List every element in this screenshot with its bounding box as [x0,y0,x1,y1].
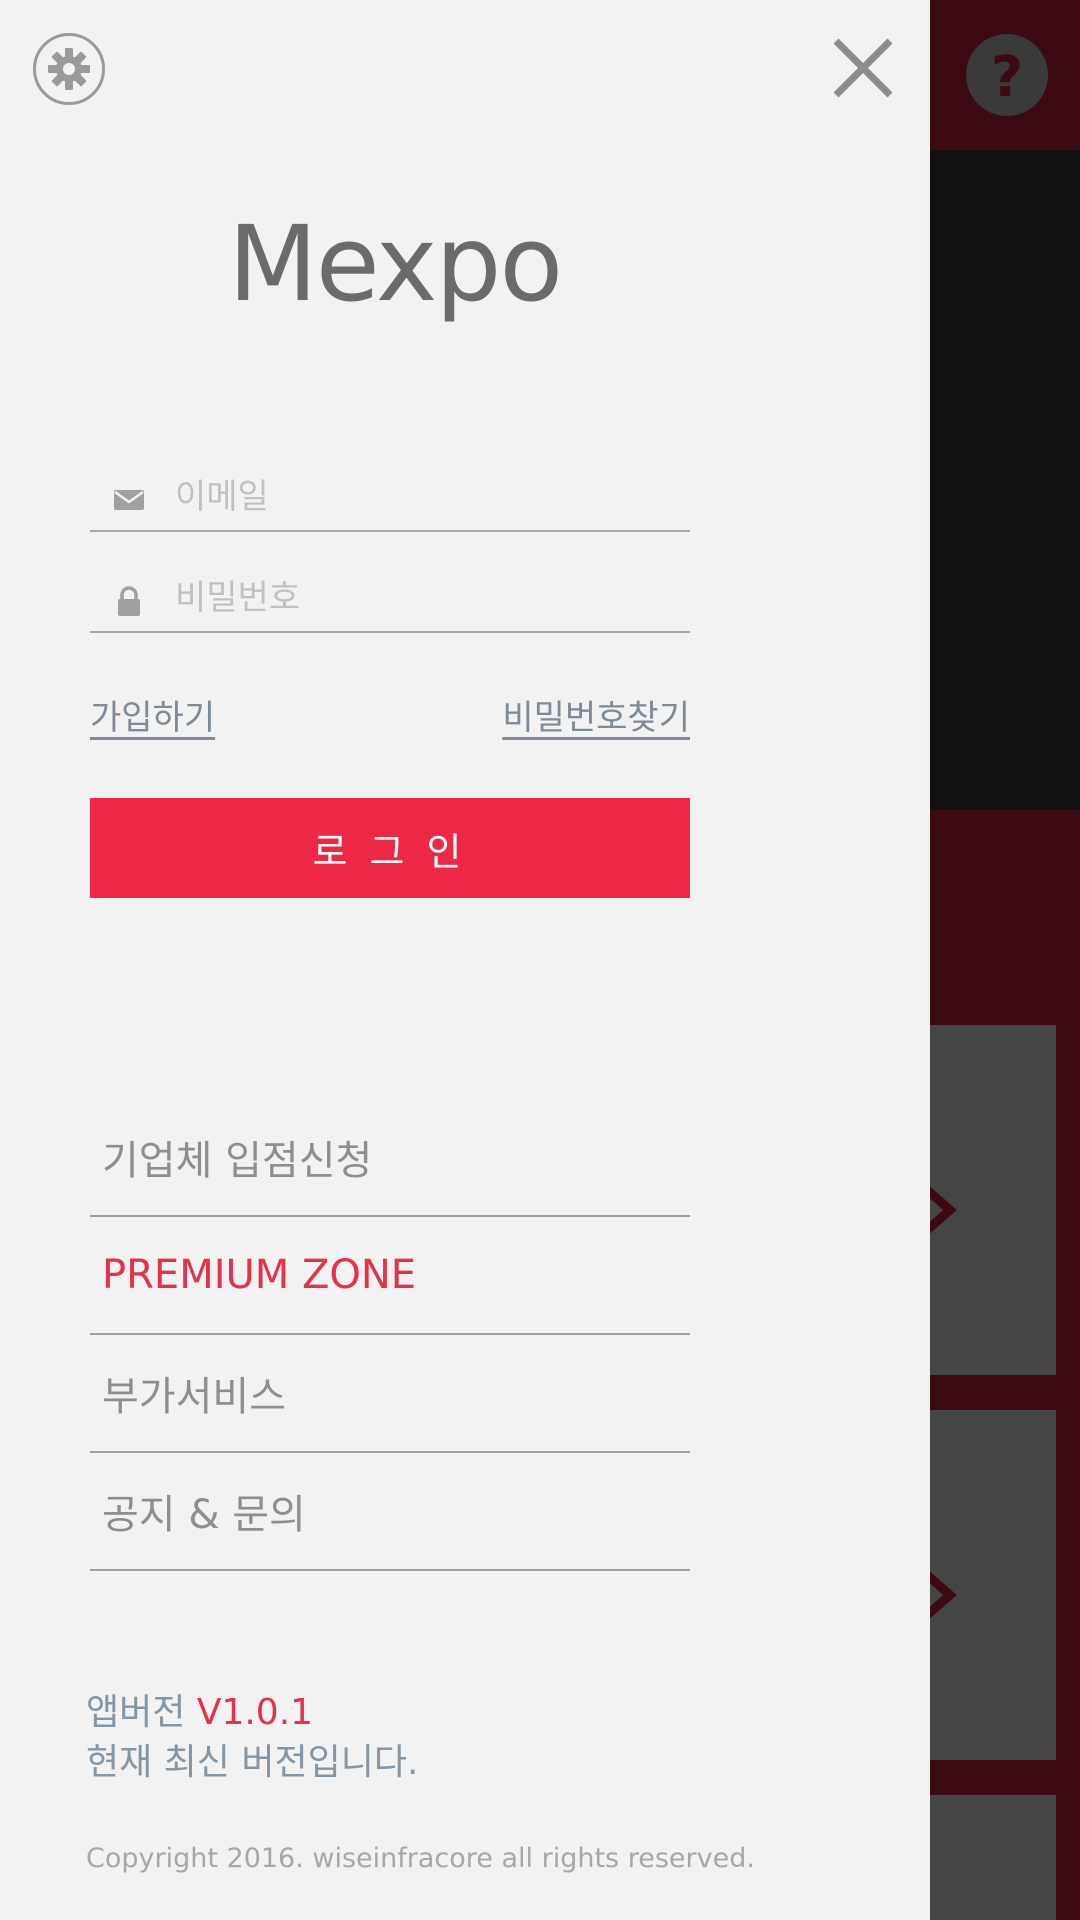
signup-link[interactable]: 가입하기 [90,690,215,739]
find-password-link[interactable]: 비밀번호찾기 [502,690,690,739]
email-input[interactable] [175,470,675,524]
app-version-info: 앱버전 V1.0.1 현재 최신 버전입니다. [86,1688,418,1788]
login-button[interactable]: 로그인 [90,798,690,898]
side-drawer: Mexpo 가입하기 비밀번호찾기 로그인 기업체 입점신청 PREMIUM Z… [0,0,930,1920]
app-logo: Mexpo [228,203,563,330]
version-status: 현재 최신 버전입니다. [86,1742,419,1783]
logo-text: Mexpo [228,210,558,325]
version-prefix: 앱버전 [86,1692,197,1733]
close-icon [833,38,893,98]
envelope-icon [114,490,144,510]
svg-text:?: ? [991,45,1023,110]
menu-item-company-application[interactable]: 기업체 입점신청 [90,1099,690,1217]
help-icon[interactable]: ? [966,34,1048,116]
gear-icon [48,48,90,90]
copyright-text: Copyright 2016. wiseinfracore all rights… [86,1843,755,1874]
lock-icon [118,586,140,616]
version-number: V1.0.1 [196,1692,314,1733]
drawer-menu: 기업체 입점신청 PREMIUM ZONE 부가서비스 공지 & 문의 [90,1099,690,1571]
menu-item-extra-services[interactable]: 부가서비스 [90,1335,690,1453]
menu-item-notice-inquiry[interactable]: 공지 & 문의 [90,1453,690,1571]
password-field[interactable] [90,563,690,633]
version-line: 앱버전 V1.0.1 [86,1688,418,1738]
settings-button[interactable] [33,33,105,105]
email-field[interactable] [90,462,690,532]
password-input[interactable] [175,571,675,625]
close-button[interactable] [830,35,896,101]
menu-item-premium-zone[interactable]: PREMIUM ZONE [90,1217,690,1335]
